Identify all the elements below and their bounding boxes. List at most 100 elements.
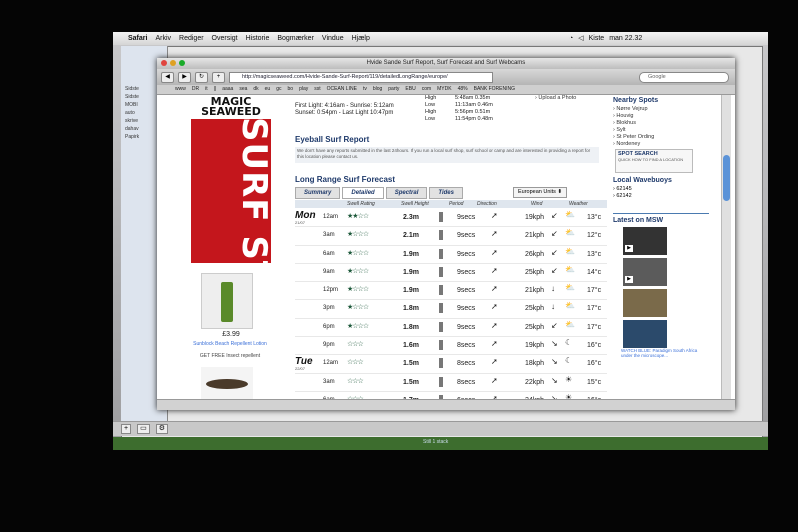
- nearby-spot-link[interactable]: › Sylt: [613, 127, 658, 134]
- tide-type: Low: [425, 116, 436, 122]
- reload-button[interactable]: ↻: [195, 71, 208, 83]
- forecast-height: 1.5m: [403, 360, 419, 368]
- units-value: European Units: [518, 189, 556, 195]
- forecast-wx: ☾: [565, 338, 573, 348]
- menu-oversigt[interactable]: Oversigt: [208, 32, 242, 45]
- add-icon[interactable]: +: [121, 424, 132, 434]
- upload-photo-link[interactable]: › Upload a Photo: [535, 95, 576, 101]
- view-icon[interactable]: ▭: [137, 424, 150, 434]
- bookmark[interactable]: ||: [214, 85, 217, 94]
- menu-arkiv[interactable]: Arkiv: [151, 32, 175, 45]
- product-image[interactable]: [201, 273, 253, 329]
- nearby-title: Nearby Spots: [613, 97, 659, 104]
- forecast-wx: ⛅: [565, 283, 575, 293]
- forecast-warr: ↓: [551, 302, 555, 312]
- forecast-period: 8secs: [457, 378, 476, 386]
- bookmark[interactable]: BANK FORENING: [474, 85, 515, 94]
- forecast-stars: ★☆☆☆: [347, 249, 369, 257]
- right-sidebar: Nearby Spots › Nørre Vejrup › Houvig › B…: [613, 95, 713, 400]
- product-link[interactable]: Sunblock Beach Repellent Lotion: [187, 341, 273, 347]
- tide-entry: 11:54pm 0.48m: [455, 116, 493, 123]
- tab-summary[interactable]: Summary: [295, 187, 341, 199]
- first-light: First Light: 4:16am - Sunrise: 5:12am: [295, 103, 394, 109]
- forecast-warr: ↙: [551, 265, 558, 275]
- nearby-spot-link[interactable]: › Nordeney: [613, 141, 658, 148]
- bookmark[interactable]: tv: [363, 85, 367, 94]
- bookmark[interactable]: dk: [253, 85, 258, 94]
- action-icon[interactable]: ⚙: [155, 424, 168, 434]
- forecast-period: 9secs: [457, 268, 476, 276]
- forecast-warr: ↓: [551, 284, 555, 294]
- bookmark[interactable]: 48%: [458, 85, 468, 94]
- tab-spectral[interactable]: Spectral: [385, 187, 428, 199]
- search-field[interactable]: Google: [639, 71, 729, 83]
- bookmark[interactable]: www: [175, 85, 186, 94]
- browser-toolbar: ◀ ▶ ↻ + http://magicseaweed.com/Hvide-Sa…: [157, 69, 735, 85]
- advert-column: MAGIC SEAWEED SURF STORE £3.99 Sunblock …: [181, 95, 271, 400]
- bookmark[interactable]: it: [205, 85, 208, 94]
- spot-search-button[interactable]: SPOT SEARCH QUICK HOW TO FIND A LOCATION: [615, 149, 693, 173]
- video-thumb[interactable]: [623, 320, 667, 348]
- add-bookmark-button[interactable]: +: [212, 71, 225, 83]
- video-thumb[interactable]: ▶: [623, 258, 667, 286]
- nearby-spot-link[interactable]: › St Peter Ording: [613, 134, 658, 141]
- forward-button[interactable]: ▶: [178, 71, 191, 83]
- bookmark[interactable]: com: [422, 85, 431, 94]
- forecast-dir: ➚: [491, 284, 498, 294]
- tab-tides[interactable]: Tides: [429, 187, 463, 199]
- bookmark[interactable]: sea: [239, 85, 247, 94]
- page-scrollbar[interactable]: [721, 95, 731, 400]
- tab-detailed[interactable]: Detailed: [342, 187, 384, 199]
- minimize-button[interactable]: [170, 60, 176, 66]
- nearby-spot-link[interactable]: › Blokhus: [613, 120, 658, 127]
- forecast-time: 3am: [323, 378, 335, 385]
- forecast-main: First Light: 4:16am - Sunrise: 5:12am Su…: [295, 95, 610, 400]
- scrollbar-thumb[interactable]: [723, 155, 730, 201]
- url-field[interactable]: http://magicseaweed.com/Hvide-Sande-Surf…: [229, 71, 493, 83]
- bookmark[interactable]: MYDK: [437, 85, 451, 94]
- news-link[interactable]: WATCH BLUE: Paradigm South Africa under …: [621, 348, 701, 358]
- forecast-wx: ⛅: [565, 246, 575, 256]
- forecast-time: 3am: [323, 232, 335, 239]
- forecast-wx: ⛅: [565, 319, 575, 329]
- back-button[interactable]: ◀: [161, 71, 174, 83]
- units-select[interactable]: European Units ⬍: [513, 187, 568, 198]
- menu-vindue[interactable]: Vindue: [318, 32, 348, 45]
- menu-historie[interactable]: Historie: [242, 32, 274, 45]
- video-thumb[interactable]: ▶: [623, 227, 667, 255]
- forecast-stars: ★☆☆☆: [347, 286, 369, 294]
- forecast-wind: 19kph: [525, 342, 545, 350]
- forecast-row: 9am ★☆☆☆ 1.9m 9secs ➚ 25kph ↙ ⛅ 14°c: [295, 264, 607, 283]
- surf-store-ad[interactable]: MAGIC SEAWEED SURF STORE: [191, 95, 271, 263]
- forecast-warr: ↙: [551, 229, 558, 239]
- menu-hjaelp[interactable]: Hjælp: [348, 32, 374, 45]
- menu-safari[interactable]: Safari: [124, 32, 151, 45]
- video-thumb[interactable]: [623, 289, 667, 317]
- bookmark[interactable]: eu: [265, 85, 271, 94]
- bookmark[interactable]: gc: [276, 85, 281, 94]
- bookmark[interactable]: EBU: [405, 85, 415, 94]
- bookmark[interactable]: aaaa: [222, 85, 233, 94]
- nearby-spot-link[interactable]: › Houvig: [613, 113, 658, 120]
- forecast-wind: 26kph: [525, 250, 545, 258]
- forecast-temp: 15°c: [587, 378, 602, 386]
- bookmark[interactable]: blog: [373, 85, 382, 94]
- zoom-button[interactable]: [179, 60, 185, 66]
- bookmark[interactable]: play: [299, 85, 308, 94]
- bookmark[interactable]: DR: [192, 85, 199, 94]
- menu-rediger[interactable]: Rediger: [175, 32, 208, 45]
- buoy-link[interactable]: › 62142: [613, 193, 672, 200]
- menu-bogmaerker[interactable]: Bogmærker: [273, 32, 318, 45]
- bookmark[interactable]: sst: [314, 85, 320, 94]
- bookmark[interactable]: party: [388, 85, 399, 94]
- buoy-link[interactable]: › 62145: [613, 186, 672, 193]
- bookmark[interactable]: bo: [288, 85, 294, 94]
- close-button[interactable]: [161, 60, 167, 66]
- sandal-image[interactable]: [201, 367, 253, 399]
- forecast-height: 1.8m: [403, 323, 419, 331]
- nearby-spot-link[interactable]: › Nørre Vejrup: [613, 106, 658, 113]
- forecast-stars: ☆☆☆: [347, 359, 364, 367]
- forecast-period: 9secs: [457, 232, 476, 240]
- bookmark[interactable]: OCEAN LINE: [327, 85, 357, 94]
- forecast-wind: 25kph: [525, 323, 545, 331]
